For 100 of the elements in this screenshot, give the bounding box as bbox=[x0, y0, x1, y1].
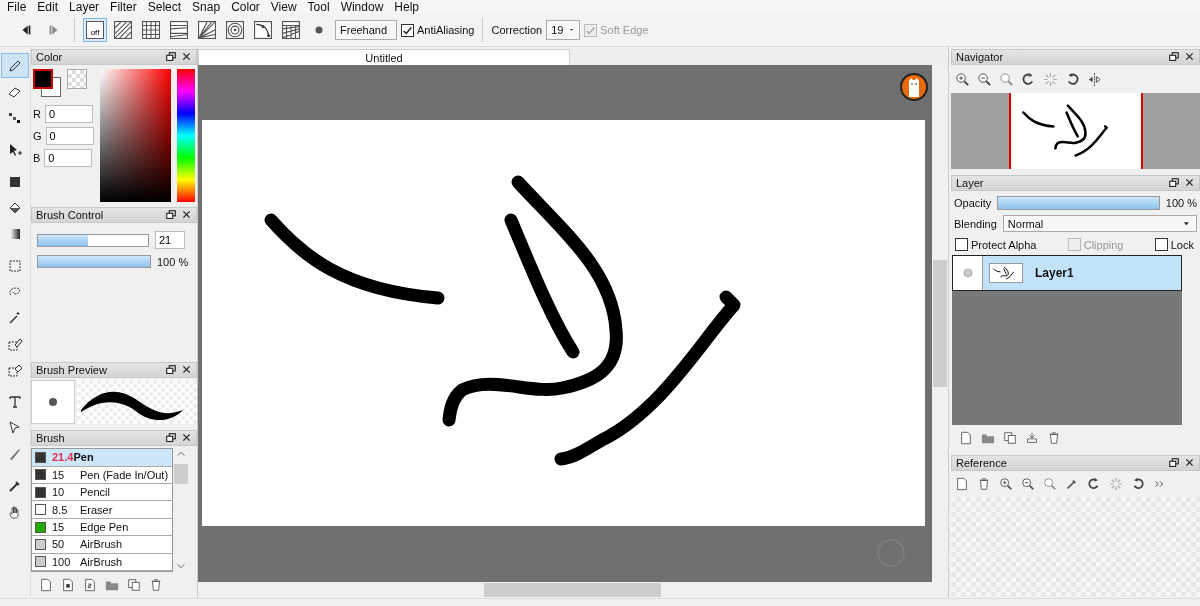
close-icon[interactable] bbox=[181, 432, 192, 444]
blending-label: Blending bbox=[954, 217, 997, 230]
snap-curve-icon bbox=[254, 21, 272, 39]
menu-item[interactable]: Help bbox=[389, 0, 425, 14]
document-tab[interactable]: Untitled bbox=[198, 49, 570, 65]
trash-icon[interactable] bbox=[977, 477, 991, 491]
float-icon[interactable] bbox=[1168, 177, 1180, 189]
channel-field[interactable]: 0 bbox=[44, 105, 93, 123]
menu-item[interactable]: File bbox=[2, 0, 33, 14]
zoom-in-icon[interactable] bbox=[955, 71, 970, 87]
copy-icon[interactable] bbox=[1003, 431, 1017, 445]
size-field[interactable]: 21 bbox=[155, 231, 185, 249]
text-icon bbox=[7, 393, 23, 410]
alpaca-logo-icon bbox=[900, 73, 928, 101]
close-icon[interactable] bbox=[1184, 457, 1195, 468]
menu-item[interactable]: Snap bbox=[187, 0, 227, 14]
eyedropper-icon[interactable] bbox=[1065, 477, 1079, 491]
float-icon[interactable] bbox=[1168, 51, 1180, 63]
panel-title: Reference bbox=[956, 457, 1007, 469]
scrollbar-thumb[interactable] bbox=[174, 464, 188, 485]
snap-button[interactable] bbox=[279, 18, 303, 42]
channel-label: R bbox=[33, 108, 41, 120]
panel-title: Navigator bbox=[956, 51, 1004, 63]
snap-button[interactable] bbox=[167, 18, 191, 42]
snap-button[interactable] bbox=[223, 18, 247, 42]
rotate-right-icon[interactable] bbox=[1065, 71, 1080, 87]
layer-option-checkbox[interactable]: Lock bbox=[1154, 238, 1194, 251]
layer-item[interactable]: Layer1 bbox=[952, 255, 1182, 291]
hue-bar[interactable] bbox=[177, 69, 195, 202]
float-icon[interactable] bbox=[165, 432, 177, 445]
channel-field[interactable]: 0 bbox=[44, 149, 93, 167]
menu-item[interactable]: Tool bbox=[302, 0, 336, 14]
pen-tool[interactable] bbox=[1, 53, 29, 78]
snap-button[interactable]: off bbox=[83, 18, 107, 42]
close-icon[interactable] bbox=[181, 209, 192, 220]
layer-opacity-slider[interactable] bbox=[997, 196, 1160, 210]
menu-item[interactable]: Window bbox=[335, 0, 390, 14]
zoom-out-icon[interactable] bbox=[1021, 477, 1035, 491]
size-slider[interactable] bbox=[37, 233, 149, 247]
float-icon[interactable] bbox=[1168, 457, 1180, 469]
opacity-value: 100 % bbox=[1165, 197, 1197, 209]
magnifier-icon[interactable] bbox=[1043, 477, 1057, 491]
checkmark-icon bbox=[402, 24, 413, 36]
snap-button[interactable] bbox=[195, 18, 219, 42]
transparent-swatch[interactable] bbox=[67, 69, 87, 89]
panel-title: Brush bbox=[36, 432, 65, 445]
zoom-in-icon[interactable] bbox=[999, 477, 1013, 491]
opacity-slider[interactable] bbox=[37, 255, 151, 268]
brush-item[interactable]: 8.5 Eraser bbox=[32, 501, 172, 519]
snap-button[interactable] bbox=[139, 18, 163, 42]
new-reference-icon[interactable] bbox=[955, 477, 969, 491]
panel-title: Brush Control bbox=[36, 209, 104, 221]
new-brush-icon[interactable] bbox=[39, 578, 53, 592]
merge-icon[interactable] bbox=[1025, 431, 1039, 445]
menu-item[interactable]: View bbox=[265, 0, 303, 14]
opacity-value: 100 % bbox=[157, 255, 189, 268]
brush-item[interactable]: 21.4Pen bbox=[32, 449, 172, 467]
color-picker-square[interactable] bbox=[100, 69, 172, 202]
brush-item[interactable]: 10 Pencil bbox=[32, 484, 172, 502]
correction-dropdown[interactable]: 19 bbox=[546, 20, 581, 40]
layer-thumbnail bbox=[989, 263, 1023, 283]
close-icon[interactable] bbox=[1184, 51, 1195, 62]
close-icon[interactable] bbox=[181, 51, 192, 62]
flip-icon[interactable] bbox=[1087, 71, 1102, 87]
magnifier-icon[interactable] bbox=[999, 71, 1014, 87]
layer-option-checkbox[interactable]: Protect Alpha bbox=[955, 238, 1037, 251]
close-icon[interactable] bbox=[1184, 177, 1195, 188]
panel-title: Layer bbox=[956, 177, 984, 189]
float-icon[interactable] bbox=[165, 51, 177, 63]
snap-perspective-icon bbox=[282, 21, 300, 39]
snap-parallel-icon bbox=[114, 21, 132, 39]
snap-button[interactable] bbox=[111, 18, 135, 42]
snap-button[interactable] bbox=[251, 18, 275, 42]
menu-item[interactable]: Color bbox=[226, 0, 266, 14]
brush-item[interactable]: 50 AirBrush bbox=[32, 536, 172, 554]
rotate-left-icon[interactable] bbox=[1087, 477, 1101, 491]
selection-icon bbox=[7, 257, 23, 274]
menu-item[interactable]: Edit bbox=[32, 0, 65, 14]
float-icon[interactable] bbox=[165, 209, 177, 221]
channel-label: B bbox=[33, 152, 41, 164]
trash-icon[interactable] bbox=[1047, 431, 1061, 445]
checkmark-icon bbox=[585, 24, 597, 36]
menu-item[interactable]: Filter bbox=[105, 0, 143, 14]
channel-field[interactable]: 0 bbox=[45, 127, 94, 145]
stroke-mode-dropdown[interactable]: Freehand bbox=[335, 20, 397, 40]
trash-icon[interactable] bbox=[149, 578, 163, 592]
menu-item[interactable]: Layer bbox=[64, 0, 106, 14]
antialiasing-checkbox[interactable]: AntiAliasing bbox=[401, 23, 475, 37]
document-icon[interactable] bbox=[61, 578, 75, 592]
new-layer-icon[interactable] bbox=[959, 431, 973, 445]
menu-item[interactable]: Select bbox=[142, 0, 188, 14]
blending-dropdown[interactable]: Normal bbox=[1002, 215, 1197, 232]
float-icon[interactable] bbox=[165, 364, 177, 377]
color-swatch-drawing[interactable] bbox=[33, 69, 61, 99]
rotate-right-icon[interactable] bbox=[1131, 477, 1145, 491]
panel-title: Color bbox=[36, 51, 63, 63]
close-icon[interactable] bbox=[181, 364, 192, 376]
copy-icon[interactable] bbox=[127, 578, 141, 592]
snap-radial-icon bbox=[198, 21, 216, 39]
zoom-out-icon[interactable] bbox=[977, 71, 992, 87]
